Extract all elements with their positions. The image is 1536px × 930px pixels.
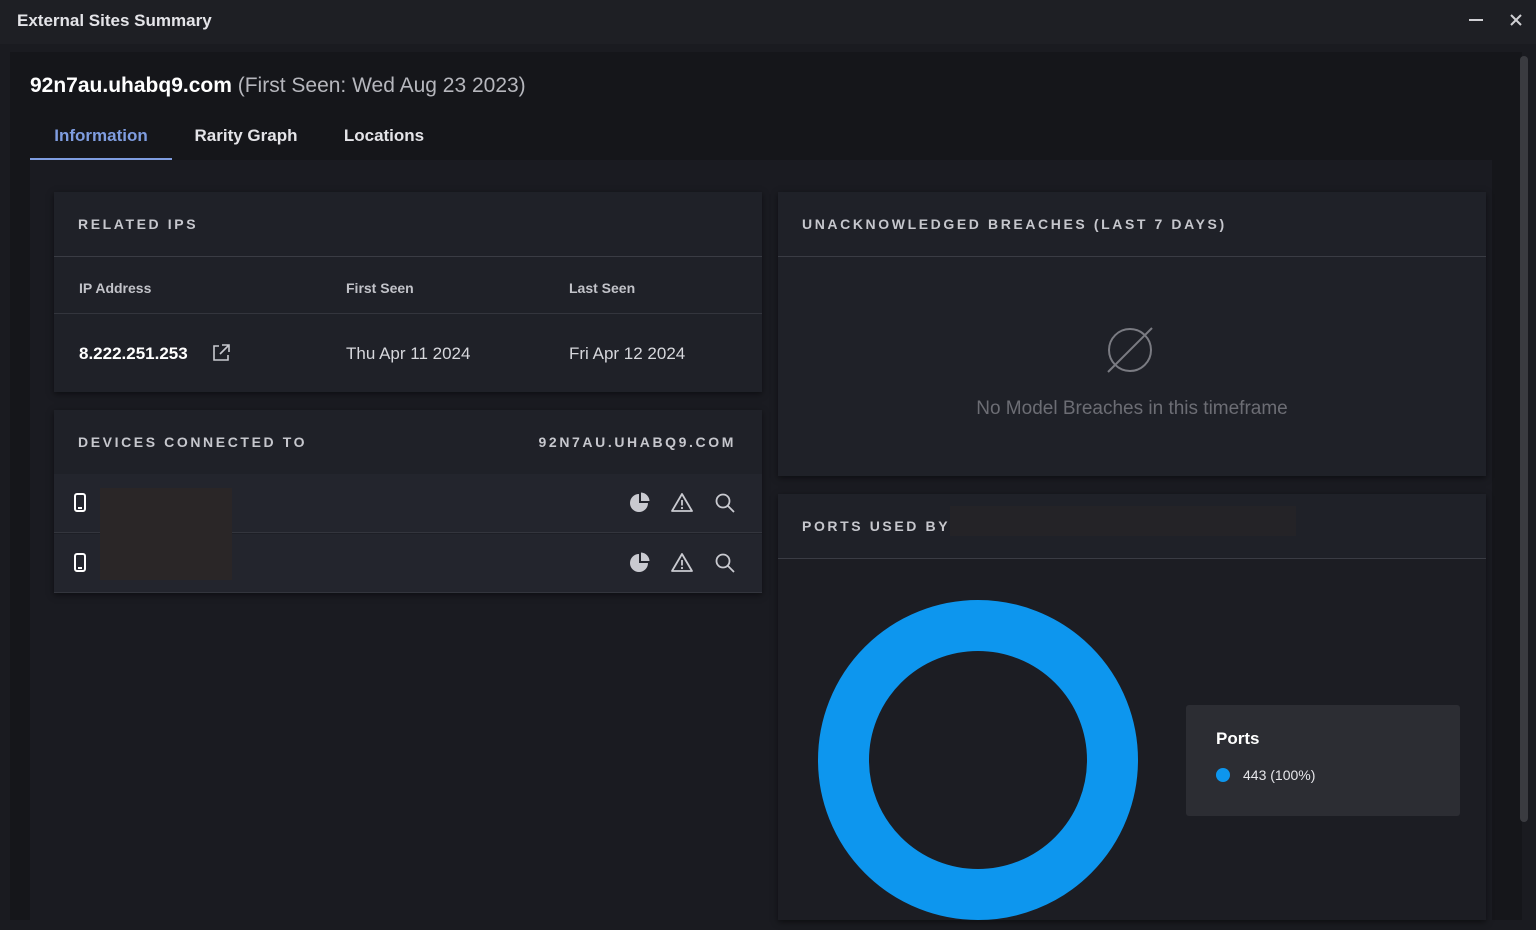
window-titlebar: External Sites Summary [0,0,1536,44]
ip-address-link[interactable]: 8.222.251.253 [79,344,188,364]
column-header-first-seen[interactable]: First Seen [346,280,414,296]
empty-state-message: No Model Breaches in this timeframe [976,398,1288,419]
legend-title: Ports [1216,729,1260,748]
tab-rarity-graph[interactable]: Rarity Graph [182,118,310,158]
related-ips-title: RELATED IPS [78,216,199,232]
ports-header: PORTS USED BY [778,494,1486,559]
legend-item-443[interactable]: 443 (100%) [1243,767,1315,783]
divider [54,313,762,314]
pie-chart-icon[interactable] [628,551,652,575]
devices-target-host: 92N7AU.UHABQ9.COM [538,434,736,450]
related-ips-header: RELATED IPS [54,192,762,257]
column-header-ip[interactable]: IP Address [79,280,151,296]
scrollbar[interactable] [1520,56,1528,822]
ports-donut-chart [818,600,1138,920]
devices-header: DEVICES CONNECTED TO 92N7AU.UHABQ9.COM [54,410,762,475]
mobile-device-icon [68,551,92,575]
ports-title: PORTS USED BY [802,518,951,534]
pie-chart-icon[interactable] [628,491,652,515]
close-button[interactable] [1504,8,1528,32]
breaches-header: UNACKNOWLEDGED BREACHES (LAST 7 DAYS) [778,192,1486,257]
hostname: 92n7au.uhabq9.com [30,74,232,97]
minimize-icon [1469,19,1483,21]
redacted-device-name [950,506,1296,536]
search-icon[interactable] [713,551,737,575]
devices-title: DEVICES CONNECTED TO [78,434,308,450]
list-item[interactable] [54,530,762,593]
tab-information[interactable]: Information [30,118,172,161]
ip-last-seen: Fri Apr 12 2024 [569,344,686,363]
warning-icon[interactable] [670,551,694,575]
first-seen-text: (First Seen: Wed Aug 23 2023) [237,74,526,97]
breaches-title: UNACKNOWLEDGED BREACHES (LAST 7 DAYS) [802,216,1227,232]
devices-panel: DEVICES CONNECTED TO 92N7AU.UHABQ9.COM [54,410,762,593]
search-icon[interactable] [713,491,737,515]
close-icon [1510,14,1522,26]
legend-swatch [1216,768,1230,782]
tab-locations[interactable]: Locations [332,118,436,158]
ip-first-seen: Thu Apr 11 2024 [346,344,471,363]
list-item[interactable] [54,474,762,546]
window-title: External Sites Summary [17,11,212,30]
donut-slice-443[interactable] [818,600,1138,920]
external-link-icon[interactable] [210,342,234,366]
redacted-device-name [100,530,232,580]
minimize-button[interactable] [1464,8,1488,32]
related-ips-panel: RELATED IPS IP Address First Seen Last S… [54,192,762,392]
column-header-last-seen[interactable]: Last Seen [569,280,635,296]
page-title: 92n7au.uhabq9.com (First Seen: Wed Aug 2… [30,74,526,98]
mobile-device-icon [68,491,92,515]
chart-legend: Ports 443 (100%) [1186,705,1460,816]
breaches-panel: UNACKNOWLEDGED BREACHES (LAST 7 DAYS) No… [778,192,1486,476]
warning-icon[interactable] [670,491,694,515]
empty-state-icon [1104,324,1156,376]
